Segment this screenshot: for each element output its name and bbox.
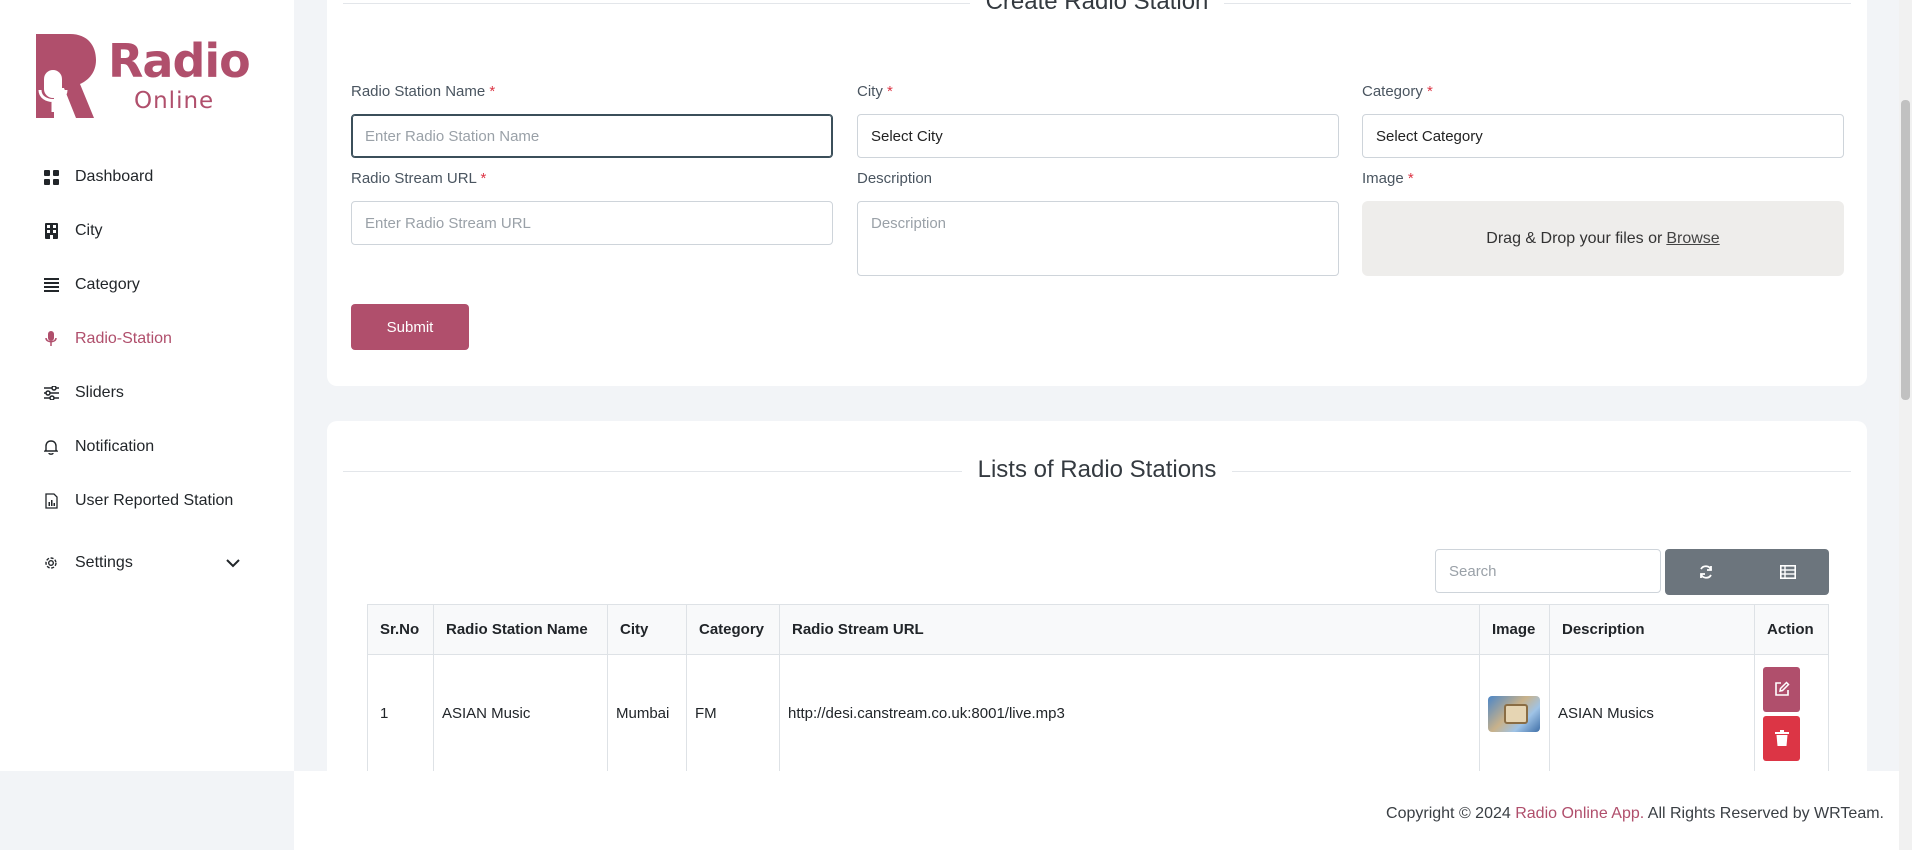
edit-icon	[1774, 681, 1790, 696]
table-toolbar	[1665, 549, 1829, 595]
station-list-card: Lists of Radio Stations Search Sr.No Rad…	[327, 421, 1867, 821]
cell-image	[1479, 654, 1550, 773]
scrollbar-thumb[interactable]	[1901, 100, 1910, 400]
cell-city: Mumbai	[607, 654, 687, 773]
sidebar-item-label: Sliders	[75, 384, 124, 401]
table-list-icon	[1780, 565, 1796, 579]
app-link[interactable]: Radio Online App.	[1515, 805, 1644, 822]
cell-description: ASIAN Musics	[1549, 654, 1755, 773]
sidebar-item-city[interactable]: City	[0, 204, 294, 258]
brand-subtitle: Online	[134, 88, 215, 114]
list-title: Lists of Radio Stations	[343, 456, 1851, 486]
column-header[interactable]: Category	[686, 604, 780, 655]
chevron-down-icon[interactable]	[224, 554, 242, 572]
sidebar-item-dashboard[interactable]: Dashboard	[0, 150, 294, 204]
sidebar-item-radio-station[interactable]: Radio-Station	[0, 312, 294, 366]
bell-icon	[42, 438, 60, 456]
browse-link[interactable]: Browse	[1666, 230, 1719, 248]
station-name-label: Radio Station Name *	[351, 83, 496, 100]
stations-table: Sr.No Radio Station Name City Category R…	[367, 604, 1829, 773]
gear-icon	[42, 554, 60, 572]
cell-station-name: ASIAN Music	[433, 654, 608, 773]
delete-button[interactable]	[1763, 715, 1800, 761]
station-thumbnail[interactable]	[1488, 695, 1540, 732]
refresh-button[interactable]	[1665, 549, 1747, 595]
create-station-card: Create Radio Station Radio Station Name …	[327, 0, 1867, 386]
column-header[interactable]: Description	[1549, 604, 1755, 655]
search-input[interactable]: Search	[1435, 549, 1661, 593]
category-select[interactable]: Select Category	[1362, 114, 1844, 158]
column-header[interactable]: Radio Stream URL	[779, 604, 1480, 655]
refresh-icon	[1700, 565, 1712, 579]
trash-icon	[1774, 730, 1789, 746]
sidebar-item-label: User Reported Station	[75, 492, 234, 509]
sliders-icon	[42, 384, 60, 402]
sidebar-item-user-reported-station[interactable]: User Reported Station	[0, 474, 294, 528]
sidebar-item-label: Settings	[75, 554, 133, 571]
sidebar-item-settings[interactable]: Settings	[0, 536, 294, 590]
sidebar: Radio Online Dashboard City Category Rad…	[0, 0, 294, 771]
stream-url-input[interactable]: Enter Radio Stream URL	[351, 201, 833, 245]
grid-icon	[42, 168, 60, 186]
sidebar-nav: Dashboard City Category Radio-Station Sl…	[0, 150, 294, 590]
sidebar-item-notification[interactable]: Notification	[0, 420, 294, 474]
sidebar-item-label: City	[75, 222, 103, 239]
sidebar-item-label: Dashboard	[75, 168, 154, 185]
category-label: Category *	[1362, 83, 1433, 100]
description-label: Description	[857, 170, 933, 187]
table-row[interactable]: 1 ASIAN Music Mumbai FM http://desi.cans…	[367, 654, 1829, 773]
city-label: City *	[857, 83, 893, 100]
form-title: Create Radio Station	[343, 0, 1851, 18]
brand-name: Radio	[108, 34, 251, 88]
sidebar-item-sliders[interactable]: Sliders	[0, 366, 294, 420]
sidebar-item-label: Category	[75, 276, 140, 293]
sidebar-item-label: Notification	[75, 438, 155, 455]
cell-stream-url: http://desi.canstream.co.uk:8001/live.mp…	[779, 654, 1480, 773]
footer: Copyright © 2024 Radio Online App. All R…	[294, 771, 1899, 850]
station-name-input[interactable]: Enter Radio Station Name	[351, 114, 833, 158]
submit-button[interactable]: Submit	[351, 304, 469, 350]
column-header[interactable]: Action	[1754, 604, 1829, 655]
radio-logo-icon	[36, 34, 96, 118]
column-header[interactable]: Image	[1479, 604, 1550, 655]
column-header[interactable]: Radio Station Name	[433, 604, 608, 655]
stream-url-label: Radio Stream URL *	[351, 170, 487, 187]
list-icon	[42, 276, 60, 294]
sidebar-item-category[interactable]: Category	[0, 258, 294, 312]
cell-sr-no: 1	[367, 654, 434, 773]
column-header[interactable]: Sr.No	[367, 604, 434, 655]
column-header[interactable]: City	[607, 604, 687, 655]
edit-button[interactable]	[1763, 666, 1800, 712]
description-textarea[interactable]: Description	[857, 201, 1339, 276]
report-icon	[42, 492, 60, 510]
brand-logo[interactable]: Radio Online	[34, 32, 251, 122]
building-icon	[42, 222, 60, 240]
dropzone-text: Drag & Drop your files or	[1486, 229, 1663, 247]
cell-category: FM	[686, 654, 780, 773]
cell-actions	[1754, 654, 1829, 773]
city-select[interactable]: Select City	[857, 114, 1339, 158]
image-label: Image *	[1362, 170, 1414, 187]
columns-toggle-button[interactable]	[1747, 549, 1829, 595]
page-scrollbar[interactable]	[1899, 0, 1912, 850]
sidebar-item-label: Radio-Station	[75, 330, 172, 347]
copyright-text: Copyright © 2024 Radio Online App. All R…	[1386, 805, 1884, 822]
mic-icon	[42, 330, 60, 348]
table-header-row: Sr.No Radio Station Name City Category R…	[367, 604, 1829, 655]
image-dropzone[interactable]: Drag & Drop your files or Browse	[1362, 201, 1844, 276]
